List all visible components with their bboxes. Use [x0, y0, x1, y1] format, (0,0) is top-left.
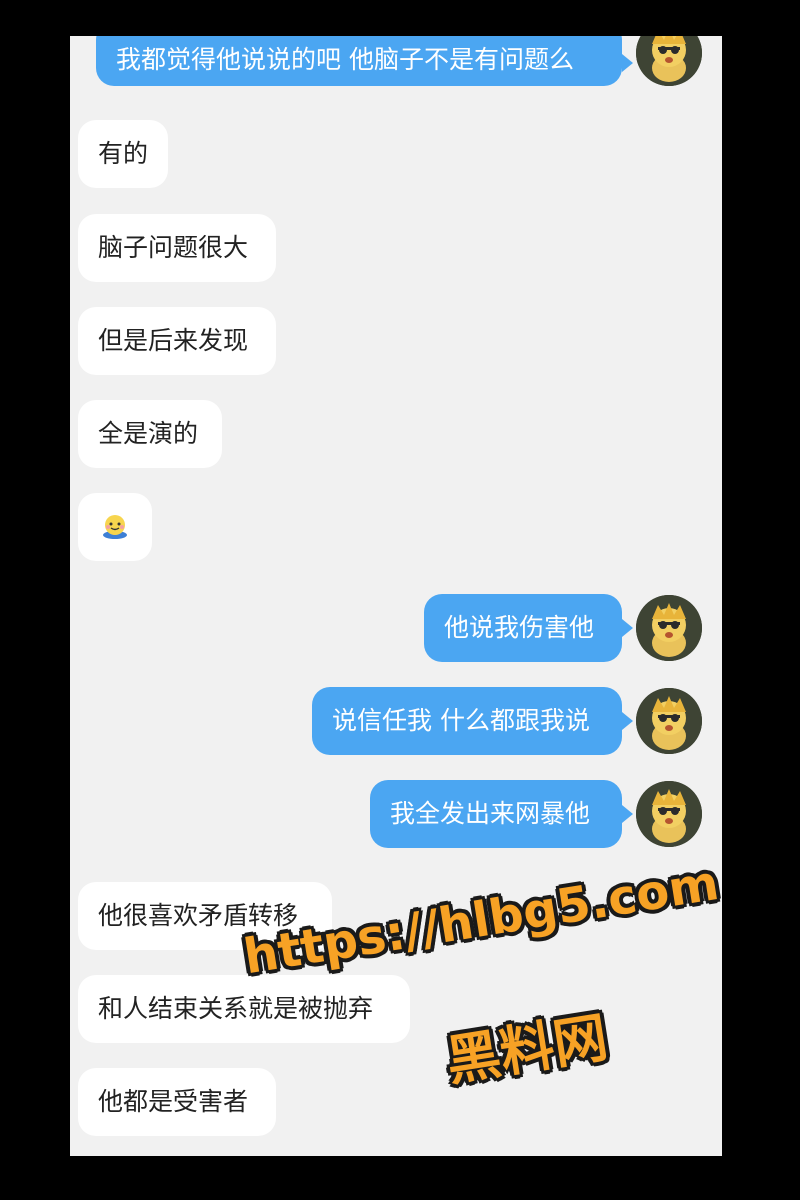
avatar[interactable]: [636, 36, 702, 86]
message-text: 和人结束关系就是被抛弃: [98, 994, 374, 1023]
yellow-cartoon-avatar-icon: [636, 36, 702, 86]
incoming-message[interactable]: 有的: [78, 120, 168, 188]
message-text: 有的: [98, 139, 149, 168]
message-text: 我都觉得他说说的吧 他脑子不是有问题么: [116, 45, 574, 74]
smiling-face-sticker-icon: [103, 515, 127, 539]
incoming-message[interactable]: 他都是受害者: [78, 1068, 276, 1136]
outgoing-message[interactable]: 我全发出来网暴他: [370, 780, 622, 848]
outgoing-message[interactable]: 我都觉得他说说的吧 他脑子不是有问题么: [96, 36, 622, 86]
outgoing-message[interactable]: 说信任我 什么都跟我说: [312, 687, 622, 755]
chat-window: 我都觉得他说说的吧 他脑子不是有问题么 有的 脑子问题很大 但是后来发现 全是演…: [70, 36, 722, 1156]
outgoing-message[interactable]: 他说我伤害他: [424, 594, 622, 662]
bubble-tail: [622, 54, 633, 72]
yellow-cartoon-avatar-icon: [636, 781, 702, 847]
bubble-tail: [622, 712, 633, 730]
message-text: 但是后来发现: [98, 326, 249, 355]
message-text: 脑子问题很大: [98, 233, 249, 262]
avatar[interactable]: [636, 781, 702, 847]
incoming-message[interactable]: [78, 493, 152, 561]
incoming-message[interactable]: 全是演的: [78, 400, 222, 468]
bubble-tail: [622, 619, 633, 637]
incoming-message[interactable]: 和人结束关系就是被抛弃: [78, 975, 410, 1043]
message-text: 他都是受害者: [98, 1087, 249, 1116]
avatar[interactable]: [636, 595, 702, 661]
message-text: 说信任我 什么都跟我说: [332, 706, 590, 735]
avatar[interactable]: [636, 688, 702, 754]
yellow-cartoon-avatar-icon: [636, 688, 702, 754]
yellow-cartoon-avatar-icon: [636, 595, 702, 661]
message-text: 我全发出来网暴他: [390, 799, 591, 828]
message-text: 他说我伤害他: [444, 613, 595, 642]
incoming-message[interactable]: 但是后来发现: [78, 307, 276, 375]
message-text: 全是演的: [98, 419, 199, 448]
bubble-tail: [622, 805, 633, 823]
incoming-message[interactable]: 脑子问题很大: [78, 214, 276, 282]
